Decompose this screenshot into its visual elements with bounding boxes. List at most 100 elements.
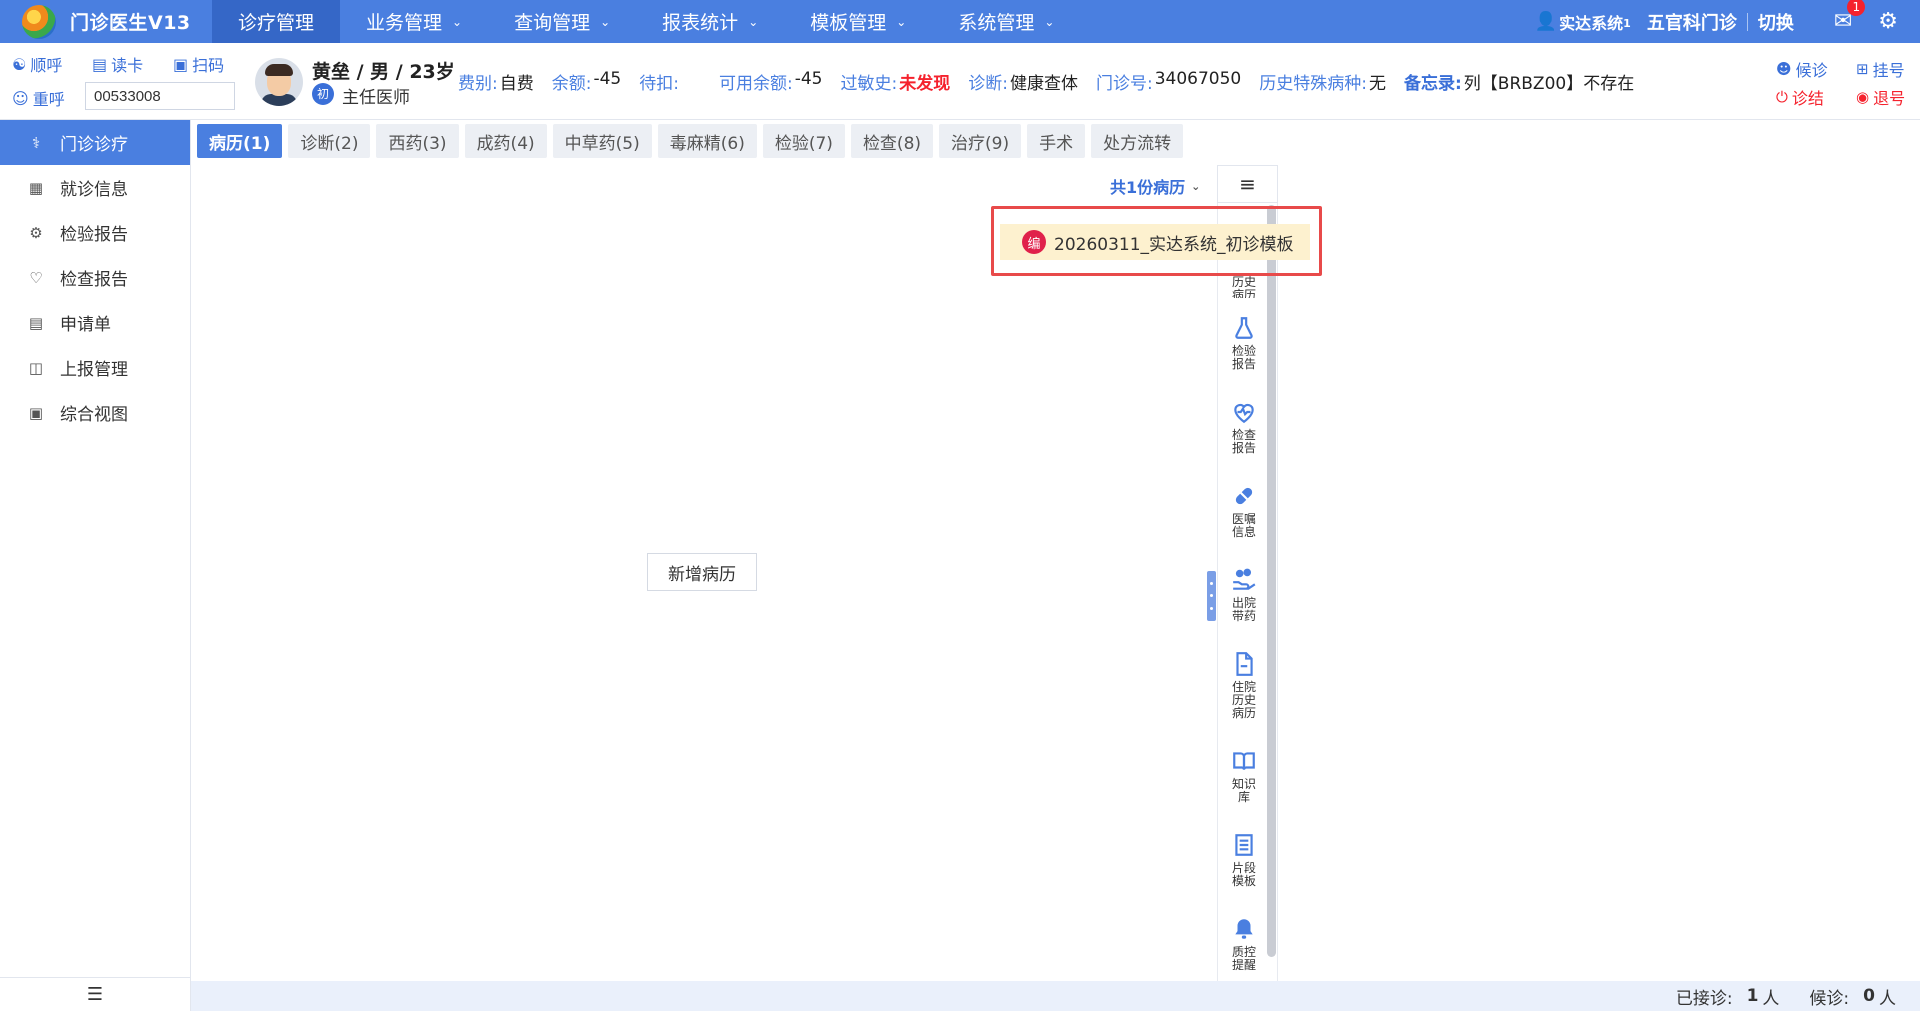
patient-info-bar: ☯顺呼 ▤读卡 ▣扫码 ☺重呼 黄垒 / 男 / 23岁 初 主任医师 费别:自… (0, 43, 1920, 120)
sidebar-item-overview[interactable]: ▣ 综合视图 (0, 390, 190, 435)
read-card-label: 读卡 (111, 56, 144, 75)
tab-western-medicine[interactable]: 西药(3) (376, 124, 459, 158)
register-button[interactable]: ⊞ 挂号 (1856, 57, 1905, 81)
nav-template-management[interactable]: 模板管理 ⌄ (784, 0, 932, 43)
tab-prescription-transfer[interactable]: 处方流转 (1091, 124, 1184, 158)
scan-label: 扫码 (192, 56, 225, 75)
nav-business-management[interactable]: 业务管理 ⌄ (340, 0, 488, 43)
field-value: -45 (794, 69, 823, 89)
outpatient-number: 门诊号: 34067050 (1096, 69, 1241, 94)
memo: 备忘录: 列【BRBZ00】不存在 (1404, 69, 1634, 94)
rail-item-knowledge-base[interactable]: 知识库 (1220, 748, 1268, 804)
clipboard-plus-icon: ◫ (28, 358, 44, 377)
nav-label: 查询管理 (514, 12, 591, 34)
patient-avatar (255, 58, 303, 106)
current-user[interactable]: 👤 实达系统 1 (1535, 10, 1631, 34)
received-label: 已接诊: (1675, 988, 1733, 1009)
nav-report-statistics[interactable]: 报表统计 ⌄ (636, 0, 784, 43)
finish-visit-button[interactable]: ⏻ 诊结 (1776, 85, 1824, 109)
department-name: 五官科门诊 (1646, 12, 1737, 34)
scan-button[interactable]: ▣ 扫码 (173, 52, 224, 76)
person-icon: ☺ (12, 88, 29, 108)
nav-system-management[interactable]: 系统管理 ⌄ (932, 0, 1080, 43)
rail-item-label: 片段模板 (1231, 861, 1256, 888)
flask-icon (1235, 317, 1253, 339)
chevron-down-icon: ⌄ (1191, 179, 1201, 193)
settings-button[interactable]: ⚙ (1878, 9, 1898, 34)
scan-icon: ▣ (173, 54, 189, 74)
rail-item-fragment-template[interactable]: 片段模板 (1220, 832, 1268, 888)
received-count: 1 (1746, 986, 1759, 1006)
field-key: 诊断: (968, 74, 1008, 94)
diagnosis: 诊断: 健康查体 (968, 69, 1078, 94)
sidebar-collapse-button[interactable]: ☰ (0, 977, 190, 1011)
tab-treatment[interactable]: 治疗(9) (939, 124, 1022, 158)
mail-button[interactable]: ✉ 1 (1834, 0, 1866, 34)
record-list-item[interactable]: 编 20260311_实达系统_初诊模板 (1000, 224, 1310, 260)
rail-item-order-info[interactable]: 医嘱信息 (1220, 483, 1268, 539)
panel-splitter-handle[interactable] (1207, 571, 1216, 621)
add-medical-record-button[interactable]: 新增病历 (647, 553, 757, 591)
tab-lab-test[interactable]: 检验(7) (762, 124, 845, 158)
sidebar-item-exam-report[interactable]: ♡ 检查报告 (0, 255, 190, 300)
card-number-input[interactable] (85, 82, 235, 110)
record-count-label: 共1份病历 (1110, 178, 1186, 197)
heart-pulse-icon (1234, 403, 1254, 424)
read-card-button[interactable]: ▤ 读卡 (92, 52, 143, 76)
rail-toggle-button[interactable]: ≡ (1217, 165, 1278, 203)
tab-narcotics[interactable]: 毒麻精(6) (657, 124, 757, 158)
rail-item-inpatient-history[interactable]: 住院历史病历 (1220, 651, 1268, 720)
nav-diagnosis-management[interactable]: 诊疗管理 (212, 0, 341, 43)
tab-patent-medicine[interactable]: 成药(4) (464, 124, 547, 158)
rail-item-discharge-medicine[interactable]: 出院带药 (1220, 567, 1268, 623)
field-key: 历史特殊病种: (1259, 74, 1367, 94)
rail-item-quality-alert[interactable]: 质控提醒 (1220, 916, 1268, 972)
call-next-button[interactable]: ☯ 顺呼 (12, 52, 62, 76)
divider (1746, 12, 1748, 31)
sidebar-item-report-management[interactable]: ◫ 上报管理 (0, 345, 190, 390)
rail-item-label: 知识库 (1231, 777, 1256, 804)
sidebar-item-label: 申请单 (60, 315, 111, 335)
rail-item-label: 医嘱信息 (1231, 512, 1256, 539)
finish-label: 诊结 (1791, 89, 1824, 108)
app-title: 门诊医生V13 (70, 12, 191, 34)
tab-examination[interactable]: 检查(8) (850, 124, 934, 158)
waiting-count: 0 (1863, 986, 1875, 1006)
top-right-area: 👤 实达系统 1 五官科门诊 切换 ✉ 1 ⚙ (1535, 0, 1920, 43)
sidebar-item-outpatient-treatment[interactable]: ⚕ 门诊诊疗 (0, 120, 190, 165)
sidebar-item-application-form[interactable]: ▤ 申请单 (0, 300, 190, 345)
sidebar-item-lab-report[interactable]: ⚙ 检验报告 (0, 210, 190, 255)
tab-surgery[interactable]: 手术 (1027, 124, 1086, 158)
nav-query-management[interactable]: 查询管理 ⌄ (488, 0, 636, 43)
mail-count-badge: 1 (1847, 0, 1866, 16)
switch-department-button[interactable]: 切换 (1758, 9, 1794, 35)
refund-icon: ◉ (1856, 88, 1870, 106)
field-key: 待扣: (639, 74, 679, 94)
sidebar-item-visit-info[interactable]: ▦ 就诊信息 (0, 165, 190, 210)
rail-scrollbar[interactable] (1267, 205, 1276, 957)
pill-icon (1235, 487, 1253, 505)
rail-item-exam-report[interactable]: 检查报告 (1220, 399, 1268, 455)
sidebar-item-label: 综合视图 (60, 405, 128, 425)
nav-label: 业务管理 (366, 12, 443, 34)
doctor-title: 主任医师 (342, 88, 410, 108)
chevron-down-icon: ⌄ (600, 14, 611, 29)
call-next-label: 顺呼 (30, 56, 63, 75)
person-wait-icon: ☻ (1776, 60, 1792, 78)
waiting-unit: 人 (1879, 988, 1896, 1009)
rail-item-label: 检查报告 (1231, 428, 1256, 455)
rail-item-lab-report[interactable]: 检验报告 (1220, 315, 1268, 371)
waiting-button[interactable]: ☻ 候诊 (1776, 57, 1828, 81)
recall-button[interactable]: ☺ 重呼 (12, 86, 65, 110)
tab-medical-record[interactable]: 病历(1) (197, 124, 283, 158)
rail-item-history-record[interactable]: 历史病历 (1228, 276, 1260, 298)
hand-medicine-icon (1233, 568, 1256, 590)
refund-registration-button[interactable]: ◉ 退号 (1856, 85, 1905, 109)
record-count-dropdown[interactable]: 共1份病历 ⌄ (1110, 174, 1200, 198)
available-balance: 可用余额: -45 (719, 69, 823, 94)
window-icon: ▣ (28, 403, 44, 422)
allergy-history: 过敏史: 未发现 (841, 69, 951, 94)
tab-chinese-herbal[interactable]: 中草药(5) (552, 124, 652, 158)
record-tabs: 病历(1) 诊断(2) 西药(3) 成药(4) 中草药(5) 毒麻精(6) 检验… (197, 124, 1189, 158)
tab-diagnosis[interactable]: 诊断(2) (288, 124, 371, 158)
